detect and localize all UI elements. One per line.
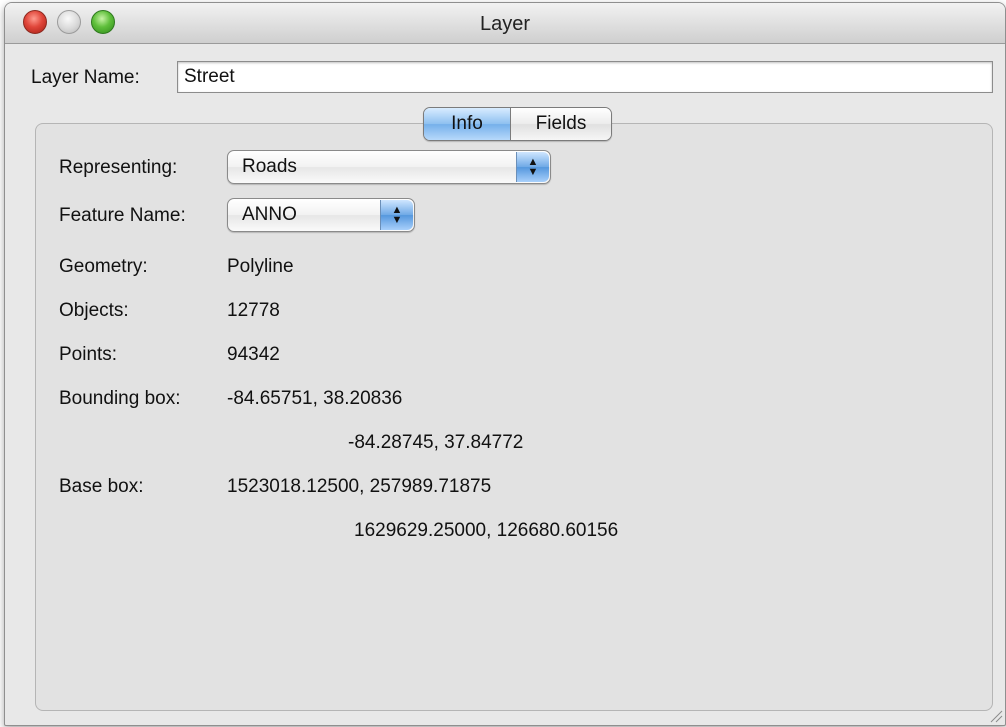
bounding-box-value-1: -84.65751, 38.20836 bbox=[227, 388, 403, 409]
base-box-value-2: 1629629.25000, 126680.60156 bbox=[354, 520, 619, 541]
layer-name-label: Layer Name: bbox=[31, 67, 140, 88]
window-title: Layer bbox=[479, 13, 531, 35]
feature-name-popup[interactable]: ANNO ▲ ▼ bbox=[227, 198, 415, 232]
representing-value: Roads bbox=[242, 156, 297, 177]
objects-label: Objects: bbox=[59, 300, 129, 321]
tab-info[interactable]: Info bbox=[424, 108, 511, 140]
representing-label: Representing: bbox=[59, 157, 178, 178]
popup-arrows-icon: ▲ ▼ bbox=[516, 152, 549, 182]
base-box-value-1: 1523018.12500, 257989.71875 bbox=[227, 476, 492, 497]
bounding-box-value-2: -84.28745, 37.84772 bbox=[348, 432, 524, 453]
tab-fields[interactable]: Fields bbox=[511, 108, 611, 140]
popup-arrows-icon: ▲ ▼ bbox=[380, 200, 413, 230]
points-label: Points: bbox=[59, 344, 118, 365]
base-box-label: Base box: bbox=[59, 476, 144, 497]
feature-name-value: ANNO bbox=[242, 204, 297, 225]
bounding-box-label: Bounding box: bbox=[59, 388, 181, 409]
title-bar[interactable]: Layer bbox=[5, 3, 1005, 44]
geometry-value: Polyline bbox=[227, 256, 294, 277]
resize-grip-icon[interactable] bbox=[987, 707, 1003, 723]
objects-value: 12778 bbox=[227, 300, 280, 321]
points-value: 94342 bbox=[227, 344, 280, 365]
layer-window: Layer Layer Name: Info Fields Representi… bbox=[4, 2, 1006, 726]
geometry-label: Geometry: bbox=[59, 256, 148, 277]
tab-switcher: Info Fields bbox=[423, 107, 612, 141]
feature-name-label: Feature Name: bbox=[59, 205, 186, 226]
representing-popup[interactable]: Roads ▲ ▼ bbox=[227, 150, 551, 184]
layer-name-field[interactable] bbox=[177, 61, 993, 93]
